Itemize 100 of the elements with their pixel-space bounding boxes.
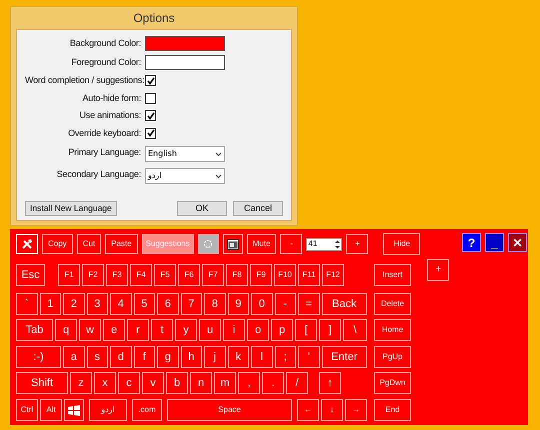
side-key[interactable]: Insert: [374, 264, 411, 286]
install-language-button[interactable]: Install New Language: [25, 201, 117, 216]
keyboard-key[interactable]: F9: [250, 264, 272, 286]
keyboard-key[interactable]: 0: [251, 293, 272, 315]
keyboard-key[interactable]: n: [190, 372, 212, 394]
keyboard-key[interactable]: Ctrl: [16, 399, 38, 421]
keyboard-key[interactable]: F2: [82, 264, 104, 286]
keyboard-key[interactable]: Enter: [322, 346, 367, 368]
keyboard-key[interactable]: h: [180, 346, 202, 368]
keyboard-key[interactable]: :-): [16, 346, 61, 368]
color-swatch[interactable]: [145, 36, 225, 51]
minimize-button[interactable]: _: [485, 233, 504, 252]
keyboard-key[interactable]: s: [86, 346, 108, 368]
keyboard-key[interactable]: ↓: [321, 399, 343, 421]
keyboard-key[interactable]: t: [151, 319, 173, 341]
keyboard-key[interactable]: [: [295, 319, 317, 341]
screenshot-button[interactable]: [222, 234, 243, 254]
keyboard-key[interactable]: j: [204, 346, 226, 368]
close-button[interactable]: ✕: [508, 233, 527, 252]
keyboard-key[interactable]: x: [94, 372, 116, 394]
keyboard-key[interactable]: Alt: [40, 399, 62, 421]
keyboard-key[interactable]: F10: [274, 264, 296, 286]
keyboard-key[interactable]: k: [228, 346, 249, 368]
suggestions-toggle[interactable]: Suggestions: [142, 234, 194, 254]
keyboard-key[interactable]: ;: [274, 346, 296, 368]
hide-button[interactable]: Hide: [383, 233, 420, 255]
keyboard-key[interactable]: u: [199, 319, 221, 341]
help-button[interactable]: ?: [462, 233, 481, 252]
keyboard-key[interactable]: y: [175, 319, 197, 341]
keyboard-key[interactable]: F11: [298, 264, 320, 286]
side-key[interactable]: PgDwn: [374, 372, 411, 394]
side-key[interactable]: Delete: [374, 293, 411, 315]
color-swatch[interactable]: [145, 55, 225, 70]
language-dropdown[interactable]: English: [145, 146, 225, 162]
keyboard-key[interactable]: q: [55, 319, 77, 341]
target-toggle[interactable]: [198, 234, 219, 254]
keyboard-key[interactable]: F3: [106, 264, 128, 286]
toolbar-button[interactable]: Copy: [42, 234, 73, 254]
keyboard-key[interactable]: F6: [178, 264, 200, 286]
keyboard-key[interactable]: p: [271, 319, 293, 341]
language-dropdown[interactable]: اردو: [145, 168, 225, 184]
side-key[interactable]: Home: [374, 319, 411, 341]
add-key[interactable]: +: [427, 259, 450, 281]
keyboard-key[interactable]: v: [142, 372, 164, 394]
side-key[interactable]: PgUp: [374, 346, 411, 368]
toolbar-button[interactable]: +: [346, 234, 368, 254]
keyboard-key[interactable]: /: [286, 372, 308, 394]
keyboard-key[interactable]: F7: [202, 264, 224, 286]
keyboard-key[interactable]: z: [70, 372, 92, 394]
keyboard-key[interactable]: d: [110, 346, 132, 368]
keyboard-key[interactable]: Space: [167, 399, 292, 421]
toolbar-button[interactable]: -: [280, 234, 302, 254]
side-key[interactable]: End: [374, 399, 411, 421]
keyboard-key[interactable]: f: [134, 346, 155, 368]
keyboard-key[interactable]: .: [262, 372, 284, 394]
keyboard-key[interactable]: -: [274, 293, 296, 315]
toolbar-button[interactable]: Cut: [76, 234, 102, 254]
keyboard-key[interactable]: F12: [322, 264, 344, 286]
keyboard-key[interactable]: g: [157, 346, 178, 368]
keyboard-key[interactable]: Back: [322, 293, 367, 315]
keyboard-key[interactable]: 7: [180, 293, 202, 315]
keyboard-key[interactable]: 6: [157, 293, 178, 315]
keyboard-key[interactable]: \: [343, 319, 367, 341]
keyboard-key[interactable]: e: [103, 319, 125, 341]
checkbox[interactable]: [145, 92, 156, 104]
ok-button[interactable]: OK: [177, 201, 227, 216]
keyboard-key[interactable]: 2: [63, 293, 84, 315]
tools-button[interactable]: [16, 234, 38, 254]
keyboard-key[interactable]: F4: [130, 264, 152, 286]
keyboard-key[interactable]: c: [118, 372, 140, 394]
checkbox[interactable]: [145, 110, 156, 122]
keyboard-key[interactable]: `: [16, 293, 38, 315]
keyboard-key[interactable]: اردو: [89, 399, 127, 421]
number-spinner[interactable]: 41: [306, 238, 342, 250]
keyboard-key[interactable]: ': [298, 346, 320, 368]
keyboard-key[interactable]: ↑: [319, 372, 341, 394]
keyboard-key[interactable]: 1: [40, 293, 61, 315]
cancel-button[interactable]: Cancel: [233, 201, 283, 216]
checkbox[interactable]: [145, 128, 156, 139]
windows-key[interactable]: [64, 399, 84, 421]
keyboard-key[interactable]: r: [127, 319, 149, 341]
keyboard-key[interactable]: m: [214, 372, 236, 394]
toolbar-button[interactable]: Mute: [246, 234, 276, 254]
keyboard-key[interactable]: l: [251, 346, 272, 368]
keyboard-key[interactable]: ←: [297, 399, 319, 421]
keyboard-key[interactable]: b: [166, 372, 188, 394]
keyboard-key[interactable]: 9: [228, 293, 249, 315]
keyboard-key[interactable]: →: [345, 399, 367, 421]
keyboard-key[interactable]: .com: [132, 399, 162, 421]
keyboard-key[interactable]: Tab: [16, 319, 53, 341]
keyboard-key[interactable]: w: [79, 319, 101, 341]
keyboard-key[interactable]: a: [63, 346, 84, 368]
toolbar-button[interactable]: Paste: [105, 234, 138, 254]
keyboard-key[interactable]: 3: [86, 293, 108, 315]
checkbox[interactable]: [145, 75, 156, 86]
keyboard-key[interactable]: i: [223, 319, 245, 341]
keyboard-key[interactable]: F5: [154, 264, 176, 286]
keyboard-key[interactable]: 8: [204, 293, 226, 315]
keyboard-key[interactable]: =: [298, 293, 320, 315]
keyboard-key[interactable]: o: [247, 319, 269, 341]
